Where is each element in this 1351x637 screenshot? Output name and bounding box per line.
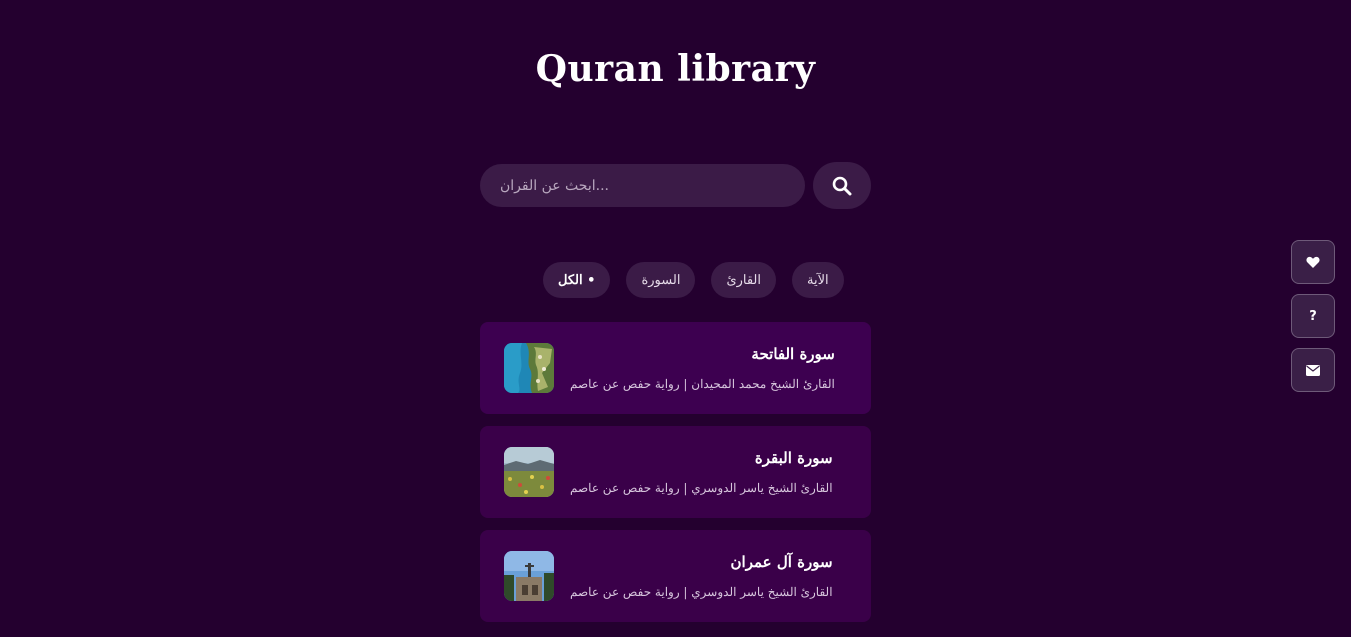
surah-card[interactable]: سورة البقرة القارئ الشيخ ياسر الدوسري | … xyxy=(480,426,871,518)
surah-card[interactable]: سورة الفاتحة القارئ الشيخ محمد المحيدان … xyxy=(480,322,871,414)
side-actions: ? xyxy=(1291,240,1335,392)
surah-list: سورة الفاتحة القارئ الشيخ محمد المحيدان … xyxy=(480,322,871,634)
search-input[interactable] xyxy=(480,164,805,207)
question-icon: ? xyxy=(1309,308,1317,324)
favorites-button[interactable] xyxy=(1291,240,1335,284)
filter-surah[interactable]: السورة xyxy=(626,262,696,298)
search-button[interactable] xyxy=(813,162,871,209)
contact-button[interactable] xyxy=(1291,348,1335,392)
filter-reciter[interactable]: القارئ xyxy=(711,262,777,298)
filter-ayah[interactable]: الآية xyxy=(792,262,844,298)
surah-title: سورة البقرة xyxy=(754,449,833,467)
stone-building-thumbnail xyxy=(504,551,554,601)
search-icon xyxy=(832,176,852,195)
coastline-thumbnail xyxy=(504,343,554,393)
reciter-info: القارئ الشيخ محمد المحيدان | رواية حفص ع… xyxy=(570,377,835,391)
filter-tabs: الكل • السورة القارئ الآية xyxy=(543,262,844,298)
filter-all[interactable]: الكل • xyxy=(543,262,611,298)
reciter-info: القارئ الشيخ ياسر الدوسري | رواية حفص عن… xyxy=(570,481,833,495)
search-bar xyxy=(480,162,871,209)
page-title: Quran library xyxy=(535,48,816,90)
surah-title: سورة آل عمران xyxy=(730,553,833,571)
heart-icon xyxy=(1306,256,1320,268)
envelope-icon xyxy=(1306,364,1320,376)
surah-card[interactable]: سورة آل عمران القارئ الشيخ ياسر الدوسري … xyxy=(480,530,871,622)
flower-field-thumbnail xyxy=(504,447,554,497)
surah-title: سورة الفاتحة xyxy=(751,345,835,363)
help-button[interactable]: ? xyxy=(1291,294,1335,338)
reciter-info: القارئ الشيخ ياسر الدوسري | رواية حفص عن… xyxy=(570,585,833,599)
